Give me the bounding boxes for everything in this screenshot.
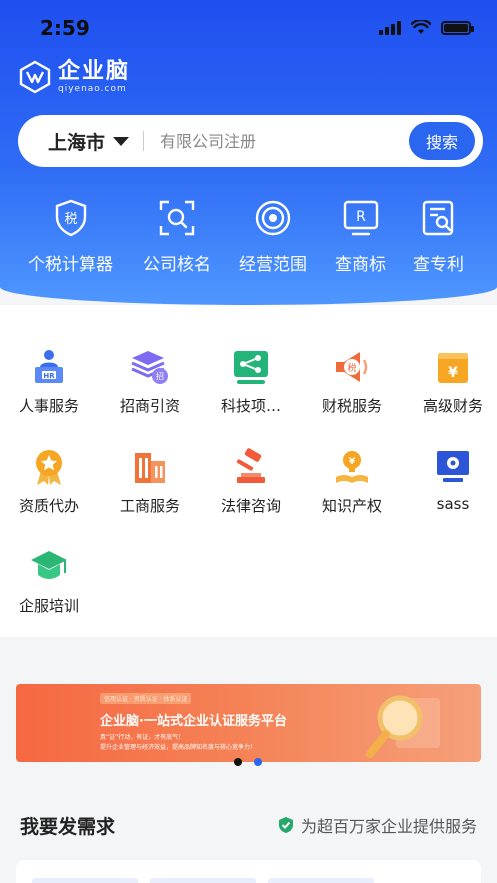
quick-tool-business-scope[interactable]: 经营范围 [239,198,307,275]
chip-placeholder [150,878,256,883]
tax-shield-icon: 税 [55,199,86,237]
shield-check-icon [278,817,293,833]
chevron-down-icon [113,136,130,146]
hr-desk-icon: HR [35,350,63,383]
search-bar: 上海市 搜索 [18,115,483,167]
service-label: 人事服务 [18,397,79,415]
status-time: 2:59 [40,16,90,40]
service-label: 法律咨询 [220,497,281,515]
service-label: 财税服务 [321,397,382,415]
building-icon [135,453,165,483]
tech-project-icon [234,351,268,384]
service-training[interactable]: 企服培训 [4,547,94,616]
magnifier-illustration-icon [366,695,440,758]
graduation-cap-icon [31,551,67,579]
tax-megaphone-icon: 税 [336,352,368,382]
svg-text:¥: ¥ [448,365,458,381]
demand-title: 我要发需求 [20,816,116,838]
brand-logo[interactable]: 企业脑 qiyenao.com [18,60,130,94]
services-grid: HR 人事服务 招 招商引资 科技项… 税 财税服务 ¥ 高级财务 资质代办 工… [0,305,497,637]
banner-pagination [234,758,262,766]
quick-tool-label: 查商标 [335,255,386,275]
service-label: 工商服务 [119,497,180,515]
banner-subtitle: 提升企业管理与经济效益，提高品牌知名度与核心竞争力！ [100,744,257,751]
search-button[interactable]: 搜索 [409,122,475,160]
service-tech-project[interactable]: 科技项… [206,347,296,416]
search-divider [143,131,145,151]
svg-text:税: 税 [347,362,356,374]
chip-placeholder [32,878,138,883]
medal-icon [36,450,62,485]
chip-placeholder [268,878,374,883]
scan-search-icon [159,200,195,236]
service-investment[interactable]: 招 招商引资 [105,347,195,416]
quick-tool-tax-calculator[interactable]: 税 个税计算器 [28,198,113,275]
quick-tool-label: 公司核名 [143,255,211,275]
service-sass[interactable]: sass [408,447,497,513]
wifi-icon [411,20,431,34]
finance-yen-icon: ¥ [438,353,468,383]
hero-header: 2:59 企业脑 qiyenao.com 上海市 有限公司注册 搜索 税 个税计… [0,0,497,305]
quick-tool-label: 查专利 [413,255,464,275]
svg-text:税: 税 [64,212,77,227]
search-input[interactable] [160,131,391,151]
service-label: 知识产权 [321,497,382,515]
quick-tool-trademark[interactable]: R 查商标 [335,198,386,275]
gavel-icon [236,448,265,483]
idea-book-icon: ¥ [336,451,368,483]
brand-name: 企业脑 [58,59,131,84]
monitor-gear-icon [437,451,469,482]
patent-search-icon [422,200,453,236]
quick-tool-company-name[interactable]: 公司核名 [143,198,211,275]
trademark-icon: R [343,200,378,236]
service-advanced-finance[interactable]: ¥ 高级财务 [408,347,497,416]
banner-subtitle: 真“证”行动，有证，才有底气！ [100,734,185,741]
service-label: 科技项… [220,397,281,415]
quick-tool-patent[interactable]: 查专利 [413,198,464,275]
svg-text:R: R [356,209,366,225]
demand-slogan: 为超百万家企业提供服务 [277,813,477,837]
status-bar: 2:59 [0,0,497,56]
city-selector[interactable]: 上海市 [48,128,130,155]
demand-slogan-text: 为超百万家企业提供服务 [300,817,477,836]
service-label: 企服培训 [18,597,79,615]
demand-card [16,860,481,883]
service-label: 招商引资 [119,397,180,415]
service-label: 资质代办 [18,497,79,515]
service-legal[interactable]: 法律咨询 [206,447,296,516]
quick-tool-label: 个税计算器 [28,255,113,275]
quick-tools: 税 个税计算器 公司核名 经营范围 R 查商标 查专利 [0,198,497,288]
battery-icon [441,20,474,35]
brand-domain: qiyenao.com [58,84,127,94]
target-icon [255,200,291,236]
quick-tool-label: 经营范围 [239,255,307,275]
service-finance-tax[interactable]: 税 财税服务 [307,347,397,416]
service-ip[interactable]: ¥ 知识产权 [307,447,397,516]
demand-section-header: 我要发需求 为超百万家企业提供服务 [0,800,497,846]
city-label: 上海市 [48,131,106,154]
brain-logo-icon [19,60,51,94]
service-label: 高级财务 [422,397,483,415]
status-icons [379,20,474,35]
banner-title: 企业脑·一站式企业认证服务平台 [100,714,287,729]
svg-text:HR: HR [43,372,55,380]
cellular-signal-icon [379,20,401,35]
investment-stack-icon: 招 [131,351,168,384]
service-qualification[interactable]: 资质代办 [4,447,94,516]
banner-tags: 信用认证 · 资质认证 · 体系认证 [100,693,192,704]
service-label: sass [436,495,470,513]
service-business-registration[interactable]: 工商服务 [105,447,195,516]
pagination-dot-active[interactable] [254,758,262,766]
service-hr[interactable]: HR 人事服务 [4,347,94,416]
svg-text:¥: ¥ [349,457,356,467]
svg-text:招: 招 [156,371,164,381]
demand-card-chips [32,878,374,883]
pagination-dot[interactable] [234,758,242,766]
promo-banner[interactable]: 信用认证 · 资质认证 · 体系认证 企业脑·一站式企业认证服务平台 真“证”行… [16,684,481,762]
